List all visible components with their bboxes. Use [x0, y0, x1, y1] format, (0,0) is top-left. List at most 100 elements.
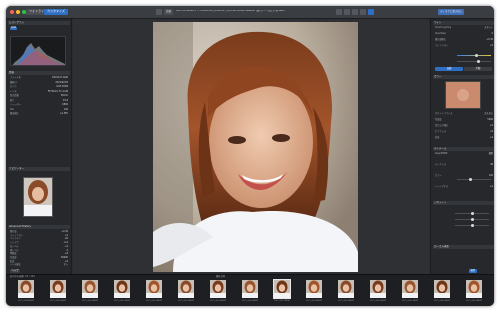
setting-row[interactable]: Smart Lighting スポット — [435, 26, 493, 30]
luminance-slider-knob[interactable] — [469, 178, 472, 181]
setting-value: スポット — [484, 26, 493, 29]
setting-row[interactable]: 彩度 +4 — [435, 136, 493, 140]
setting-row[interactable]: ファイル名 DSC0017.ARW — [10, 76, 68, 80]
history-title: Advanced History — [9, 224, 32, 228]
setting-row[interactable]: ホワイトバランス カスタム — [435, 112, 493, 116]
loupe-icon[interactable] — [368, 9, 374, 15]
setting-row[interactable]: DeepPRIME 適用 — [435, 152, 493, 156]
filmstrip-thumbnail[interactable] — [146, 280, 162, 298]
filmstrip-label: DSC_0023.ARW — [466, 300, 482, 302]
exif-header[interactable]: 情報 — [8, 71, 70, 75]
setting-row[interactable]: コントラスト +5 — [435, 44, 493, 48]
minimize-window-button[interactable] — [16, 10, 20, 14]
detail-title: ディテール — [434, 146, 447, 150]
exposure-slider-knob[interactable] — [475, 54, 478, 57]
rotate-left-icon[interactable] — [336, 9, 342, 15]
geometry-controls — [435, 209, 493, 239]
filmstrip-thumbnail[interactable] — [210, 280, 226, 298]
geometry-header[interactable]: ジオメトリ — [433, 201, 494, 205]
filmstrip-thumbnail[interactable] — [466, 280, 482, 298]
filmstrip-thumbnail[interactable] — [178, 280, 194, 298]
setting-row[interactable]: 露光量補正 +0.30 — [435, 38, 493, 42]
setting-value: +0.30 — [486, 38, 493, 41]
setting-row[interactable]: レンズ補正 オン — [10, 264, 68, 267]
filmstrip-thumbnail[interactable] — [242, 280, 258, 298]
setting-row[interactable]: ビブランス +6 — [435, 130, 493, 134]
setting-row[interactable]: 明瞭度 +8 — [10, 253, 68, 256]
compare-button[interactable]: 比較 — [164, 9, 174, 15]
setting-label: ClearView — [435, 32, 446, 35]
compare-icon[interactable] — [156, 9, 162, 15]
auto-toggle[interactable]: 自動 — [435, 67, 463, 71]
main-photo[interactable] — [153, 22, 358, 272]
filmstrip-label: DSC_0008.ARW — [18, 300, 34, 302]
setting-value: +2 — [489, 185, 493, 188]
filmstrip-thumbnail[interactable] — [338, 280, 354, 298]
setting-row[interactable]: 焦点距離 85mm — [10, 94, 68, 98]
color-picker-swatch[interactable] — [445, 81, 481, 109]
perspective-slider[interactable] — [455, 218, 489, 221]
setting-label: 色温度 — [435, 118, 442, 121]
setting-row[interactable]: ClearView 0 — [435, 32, 493, 36]
contrast-slider-knob[interactable] — [477, 60, 480, 63]
navigator-header[interactable]: ナビゲーター — [8, 167, 70, 171]
filmstrip-thumbnail[interactable] — [402, 280, 418, 298]
setting-value: +2 — [489, 124, 493, 127]
apply-button[interactable]: 適用 — [469, 269, 477, 273]
export-to-disk-button[interactable]: ディスクに書き出し — [438, 9, 465, 15]
setting-row[interactable]: シャッター 1/800 — [10, 103, 68, 107]
setting-row[interactable]: 色温度 5600K — [10, 256, 68, 260]
filmstrip-thumbnail[interactable] — [370, 280, 386, 298]
left-panel: ヒストグラム RGB 情報 ファイル名 DSC0017.ARW 撮影日 2022/02… — [6, 19, 72, 274]
exposure-slider[interactable] — [457, 54, 491, 57]
setting-row[interactable]: カメラ ILCE-7RM4 — [10, 85, 68, 89]
setting-row[interactable]: ルミナンス 40 — [435, 163, 493, 167]
help-button[interactable]: ヘルプ — [10, 269, 20, 273]
filmstrip-thumbnail[interactable] — [18, 280, 34, 298]
light-title: ライト — [434, 20, 442, 24]
filmstrip-label: DSC_0014.ARW — [210, 300, 226, 302]
setting-label: シャープネス — [435, 185, 448, 188]
filmstrip-label: DSC_0009.ARW — [50, 300, 66, 302]
filmstrip-thumbnail[interactable] — [273, 279, 291, 299]
filmstrip-thumbnail[interactable] — [434, 280, 450, 298]
contrast-slider[interactable] — [457, 60, 491, 63]
local-adjust-header[interactable]: ローカル補正 — [433, 245, 494, 249]
geometry-title: ジオメトリ — [434, 200, 447, 204]
rotate-right-icon[interactable] — [344, 9, 350, 15]
image-viewer[interactable] — [73, 19, 429, 274]
setting-row[interactable]: カラー 100 — [435, 174, 493, 178]
crop-icon[interactable] — [352, 9, 358, 15]
setting-row[interactable]: シャープネス +2 — [435, 185, 493, 189]
manual-toggle[interactable]: 手動 — [464, 67, 492, 71]
tab-customize[interactable]: カスタマイズ — [44, 9, 68, 15]
color-header[interactable]: カラー — [433, 75, 494, 79]
history-header[interactable]: Advanced History — [8, 225, 70, 229]
setting-row[interactable]: 黒レベル -3 — [10, 249, 68, 253]
horizon-icon[interactable] — [360, 9, 366, 15]
filmstrip-label: DSC_0010.ARW — [82, 300, 98, 302]
filmstrip-label: DSC_0012.ARW — [146, 300, 162, 302]
navigator-thumbnail[interactable] — [23, 177, 53, 217]
light-header[interactable]: ライト — [433, 21, 494, 25]
close-window-button[interactable] — [10, 10, 14, 14]
filmstrip-thumbnail[interactable] — [82, 280, 98, 298]
luminance-slider[interactable] — [457, 178, 491, 181]
filmstrip-thumbnail[interactable] — [50, 280, 66, 298]
filmstrip-thumbnail[interactable] — [114, 280, 130, 298]
histogram-mode-button[interactable]: RGB — [10, 27, 17, 30]
setting-row[interactable]: 色温度 5600 — [435, 118, 493, 122]
histogram-header[interactable]: ヒストグラム — [8, 21, 70, 25]
filmstrip-thumbnail[interactable] — [306, 280, 322, 298]
setting-value: 40 — [490, 163, 493, 166]
filmstrip-sort[interactable]: 撮影日時 — [216, 275, 225, 278]
rotation-slider[interactable] — [455, 212, 489, 215]
keystone-slider[interactable] — [455, 224, 489, 227]
filmstrip-label: DSC_0015.ARW — [242, 300, 258, 302]
detail-header[interactable]: ディテール — [433, 147, 494, 151]
setting-row[interactable]: 色かぶり補正 +2 — [435, 124, 493, 128]
setting-label: 焦点距離 — [10, 94, 19, 97]
setting-row[interactable]: 露出補正 +0.3EV — [10, 112, 68, 116]
setting-value: +6 — [489, 130, 493, 133]
window-title: DxO PhotoLab 5 — 20220205_DSC0017_Portra… — [176, 10, 285, 12]
